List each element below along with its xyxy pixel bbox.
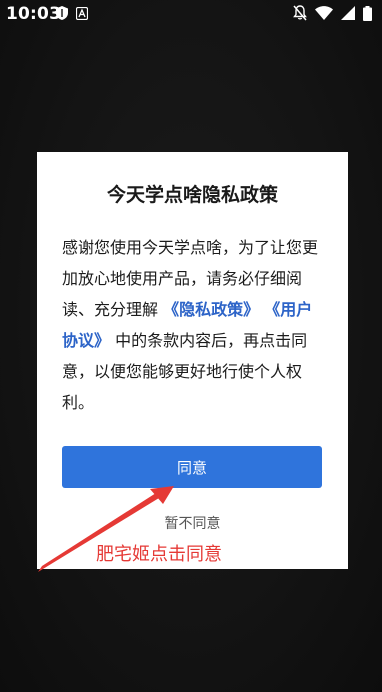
- annotation-label: 肥宅姬点击同意: [96, 544, 222, 565]
- annotation-arrow: [38, 486, 174, 572]
